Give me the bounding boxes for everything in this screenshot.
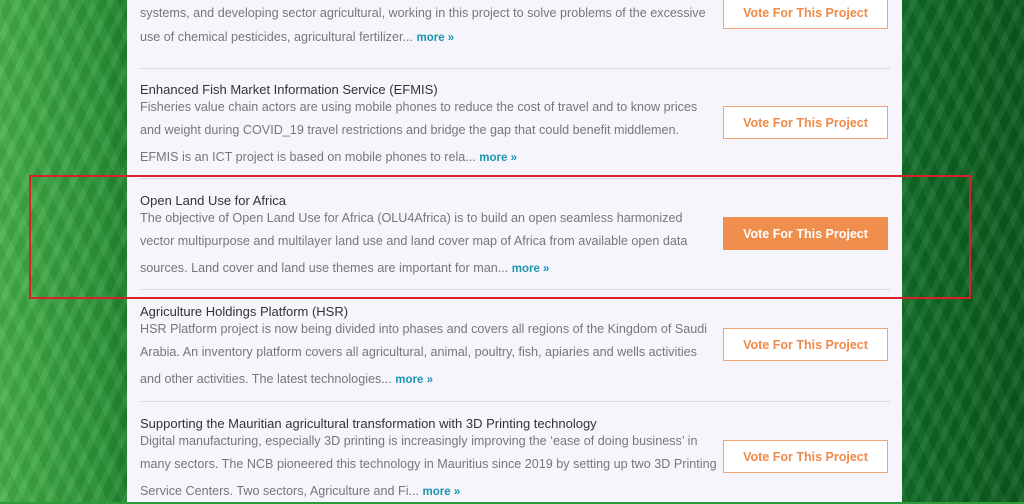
more-link[interactable]: more » xyxy=(479,152,517,164)
project-title: Enhanced Fish Market Information Service… xyxy=(140,82,438,97)
project-description: Fisheries value chain actors are using m… xyxy=(140,96,717,170)
project-description: Digital manufacturing, especially 3D pri… xyxy=(140,430,717,504)
description-line: vector multipurpose and multilayer land … xyxy=(140,234,688,248)
description-truncated-text: and other activities. The latest technol… xyxy=(140,372,392,386)
description-line: many sectors. The NCB pioneered this tec… xyxy=(140,457,717,471)
description-line: systems, and developing sector agricultu… xyxy=(140,6,706,20)
divider xyxy=(140,68,890,69)
vote-button[interactable]: Vote For This Project xyxy=(723,440,888,473)
description-line: The objective of Open Land Use for Afric… xyxy=(140,211,683,225)
description-line: and weight during COVID_19 travel restri… xyxy=(140,123,680,137)
project-title: Agriculture Holdings Platform (HSR) xyxy=(140,304,349,319)
more-link[interactable]: more » xyxy=(395,374,433,386)
description-last-line: use of chemical pesticides, agricultural… xyxy=(140,26,717,50)
description-truncated-text: use of chemical pesticides, agricultural… xyxy=(140,30,413,44)
more-link[interactable]: more » xyxy=(512,263,550,275)
description-line: Arabia. An inventory platform covers all… xyxy=(140,345,697,359)
description-last-line: EFMIS is an ICT project is based on mobi… xyxy=(140,146,717,170)
description-last-line: sources. Land cover and land use themes … xyxy=(140,257,717,281)
description-last-line: and other activities. The latest technol… xyxy=(140,368,717,392)
description-last-line: Service Centers. Two sectors, Agricultur… xyxy=(140,480,717,504)
divider xyxy=(140,401,890,402)
more-link[interactable]: more » xyxy=(416,32,454,44)
divider xyxy=(140,178,890,179)
description-truncated-text: EFMIS is an ICT project is based on mobi… xyxy=(140,150,476,164)
description-line: HSR Platform project is now being divide… xyxy=(140,322,708,336)
divider xyxy=(140,289,890,290)
description-truncated-text: Service Centers. Two sectors, Agricultur… xyxy=(140,484,420,498)
project-title: Open Land Use for Africa xyxy=(140,193,286,208)
project-title: Supporting the Mauritian agricultural tr… xyxy=(140,416,597,431)
description-line: Digital manufacturing, especially 3D pri… xyxy=(140,434,698,448)
vote-button[interactable]: Vote For This Project xyxy=(723,0,888,29)
description-line: Fisheries value chain actors are using m… xyxy=(140,100,698,114)
project-list-panel: systems, and developing sector agricultu… xyxy=(127,0,902,502)
project-description: systems, and developing sector agricultu… xyxy=(140,2,717,50)
vote-button[interactable]: Vote For This Project xyxy=(723,106,888,139)
description-truncated-text: sources. Land cover and land use themes … xyxy=(140,261,509,275)
project-description: HSR Platform project is now being divide… xyxy=(140,318,717,392)
vote-button[interactable]: Vote For This Project xyxy=(723,328,888,361)
more-link[interactable]: more » xyxy=(423,486,461,498)
vote-button[interactable]: Vote For This Project xyxy=(723,217,888,250)
project-description: The objective of Open Land Use for Afric… xyxy=(140,207,717,281)
